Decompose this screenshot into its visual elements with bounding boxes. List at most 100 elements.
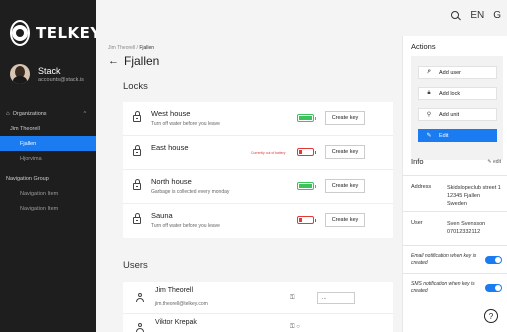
battery-icon <box>297 114 316 122</box>
add-lock-label: Add lock <box>439 90 461 97</box>
lock-icon: 🔒︎ <box>427 90 431 96</box>
sidebar-navigation-group[interactable]: Navigation Group <box>0 171 96 186</box>
person-icon: ዖ <box>427 69 431 75</box>
navigation-item-label: Navigation Item <box>20 205 59 212</box>
sidebar-item-fjallen[interactable]: Fjallen <box>0 136 96 151</box>
language-selector[interactable]: EN <box>470 10 484 21</box>
lock-row[interactable]: North house Garbage is collected every m… <box>123 170 393 204</box>
person-icon <box>136 323 144 332</box>
user-value: Sven Svensson 07012332112 <box>447 220 507 236</box>
info-user-row: User Sven Svensson 07012332112 <box>403 211 507 245</box>
sms-notification-label: SMS notification when key is created <box>411 281 475 294</box>
brand-logo[interactable]: TELKEY <box>0 0 101 52</box>
sidebar-item-jim-theorell[interactable]: Jim Theorell <box>0 121 96 136</box>
user-line: Sven Svensson <box>447 221 486 227</box>
create-key-button[interactable]: Create key <box>325 111 365 125</box>
lock-note: Turn off water before you leave <box>151 121 220 127</box>
user-row[interactable]: Viktor Krepak ⚿ ○ <box>123 314 393 332</box>
add-user-label: Add user <box>439 69 462 76</box>
user-name: Jim Theorell <box>155 287 193 294</box>
lock-name: North house <box>151 177 192 186</box>
profile-name: Stack <box>38 65 61 76</box>
create-key-button[interactable]: Create key <box>325 213 365 227</box>
sidebar-item-hjorvima[interactable]: Hjorvima <box>0 151 96 166</box>
lock-icon <box>133 111 141 123</box>
main-content: Jim Theorell / Fjallen ← Fjallen Locks W… <box>96 36 402 332</box>
battery-low-icon <box>297 148 316 156</box>
create-key-button[interactable]: Create key <box>325 179 365 193</box>
actions-box: ዖ Add user 🔒︎ Add lock ⚲ Add unit ✎ Edit <box>411 56 503 160</box>
lock-row[interactable]: East house Currently out of battery Crea… <box>123 136 393 170</box>
user-label: User <box>411 220 423 226</box>
user-line: 07012332112 <box>447 229 481 235</box>
sidebar-item-label: Jim Theorell <box>10 125 40 132</box>
telkey-logo-icon <box>10 20 30 46</box>
info-edit-link[interactable]: ✎ edit <box>487 159 501 165</box>
sidebar-item-label: Hjorvima <box>20 155 42 162</box>
sidebar-navigation-item[interactable]: Navigation Item <box>0 186 96 201</box>
topbar: EN G <box>96 0 507 36</box>
lock-row[interactable]: West house Turn off water before you lea… <box>123 102 393 136</box>
user-row[interactable]: Jim Theorell jim.theorell@telkey.com ⚿ .… <box>123 282 393 314</box>
lock-name: West house <box>151 109 191 118</box>
organization-icon: ⌂ <box>6 110 10 117</box>
key-icon: ⚿ <box>290 295 295 301</box>
sidebar-organizations[interactable]: ⌂ Organizations ^ <box>0 106 96 121</box>
lock-row[interactable]: Sauna Turn off water before you leave Cr… <box>123 204 393 238</box>
add-user-button[interactable]: ዖ Add user <box>418 66 497 79</box>
brand-name: TELKEY <box>36 24 102 42</box>
users-card: Jim Theorell jim.theorell@telkey.com ⚿ .… <box>123 282 393 332</box>
page-title-row: ← Fjallen <box>108 54 159 68</box>
breadcrumb-parent[interactable]: Jim Theorell <box>108 45 135 51</box>
actions-title: Actions <box>411 42 436 51</box>
sidebar-navigation-item[interactable]: Navigation Item <box>0 201 96 216</box>
search-icon[interactable] <box>451 10 461 21</box>
info-title: Info <box>411 157 424 166</box>
pencil-icon: ✎ <box>426 133 432 139</box>
users-title: Users <box>123 260 148 271</box>
create-key-button[interactable]: Create key <box>325 145 365 159</box>
address-label: Address <box>411 184 432 190</box>
back-arrow-icon[interactable]: ← <box>108 55 119 67</box>
address-value: Skidslopeclub street 1 12345 Fjallen Swe… <box>447 184 507 208</box>
lock-note: Garbage is collected every monday <box>151 189 230 195</box>
battery-low-icon <box>297 216 316 224</box>
locks-title: Locks <box>123 81 148 92</box>
lock-icon <box>133 213 141 225</box>
account-icon[interactable]: G <box>493 10 501 21</box>
sidebar-item-label: Fjallen <box>20 140 37 147</box>
breadcrumb-current: Fjallen <box>139 45 155 51</box>
info-table: Address Skidslopeclub street 1 12345 Fja… <box>403 175 507 301</box>
edit-label: Edit <box>439 132 449 139</box>
key-field[interactable]: ... <box>317 292 355 304</box>
address-line: 12345 Fjallen <box>447 193 481 199</box>
lock-icon <box>133 179 141 191</box>
key-icon: ⚿ ○ <box>290 324 300 330</box>
info-edit-label: edit <box>492 159 501 165</box>
sidebar-organizations-label: Organizations <box>12 110 47 117</box>
add-unit-button[interactable]: ⚲ Add unit <box>418 108 497 121</box>
sms-notification-row: SMS notification when key is created <box>403 273 507 301</box>
profile[interactable]: Stack accounts@stack.is <box>0 56 96 86</box>
breadcrumb: Jim Theorell / Fjallen <box>108 45 154 51</box>
app-window: TELKEY Stack accounts@stack.is ⌂ Organiz… <box>0 0 507 332</box>
sms-notification-toggle[interactable] <box>485 284 502 292</box>
chevron-up-icon: ^ <box>83 110 86 117</box>
help-icon[interactable]: ? <box>484 309 498 323</box>
info-address-row: Address Skidslopeclub street 1 12345 Fja… <box>403 175 507 211</box>
page-title: Fjallen <box>124 54 160 68</box>
edit-button[interactable]: ✎ Edit <box>418 129 497 142</box>
lock-note: Turn off water before you leave <box>151 223 220 229</box>
email-notification-row: Email notification when key is created <box>403 245 507 273</box>
person-icon <box>136 293 144 303</box>
battery-warning: Currently out of battery <box>251 151 286 155</box>
unit-icon: ⚲ <box>426 112 432 118</box>
add-unit-label: Add unit <box>439 111 460 118</box>
sidebar-nav: ⌂ Organizations ^ Jim Theorell Fjallen H… <box>0 106 96 216</box>
add-lock-button[interactable]: 🔒︎ Add lock <box>418 87 497 100</box>
address-line: Sweden <box>447 201 467 207</box>
battery-icon <box>297 182 316 190</box>
breadcrumb-separator: / <box>136 45 138 51</box>
lock-name: East house <box>151 143 189 152</box>
email-notification-toggle[interactable] <box>485 256 502 264</box>
